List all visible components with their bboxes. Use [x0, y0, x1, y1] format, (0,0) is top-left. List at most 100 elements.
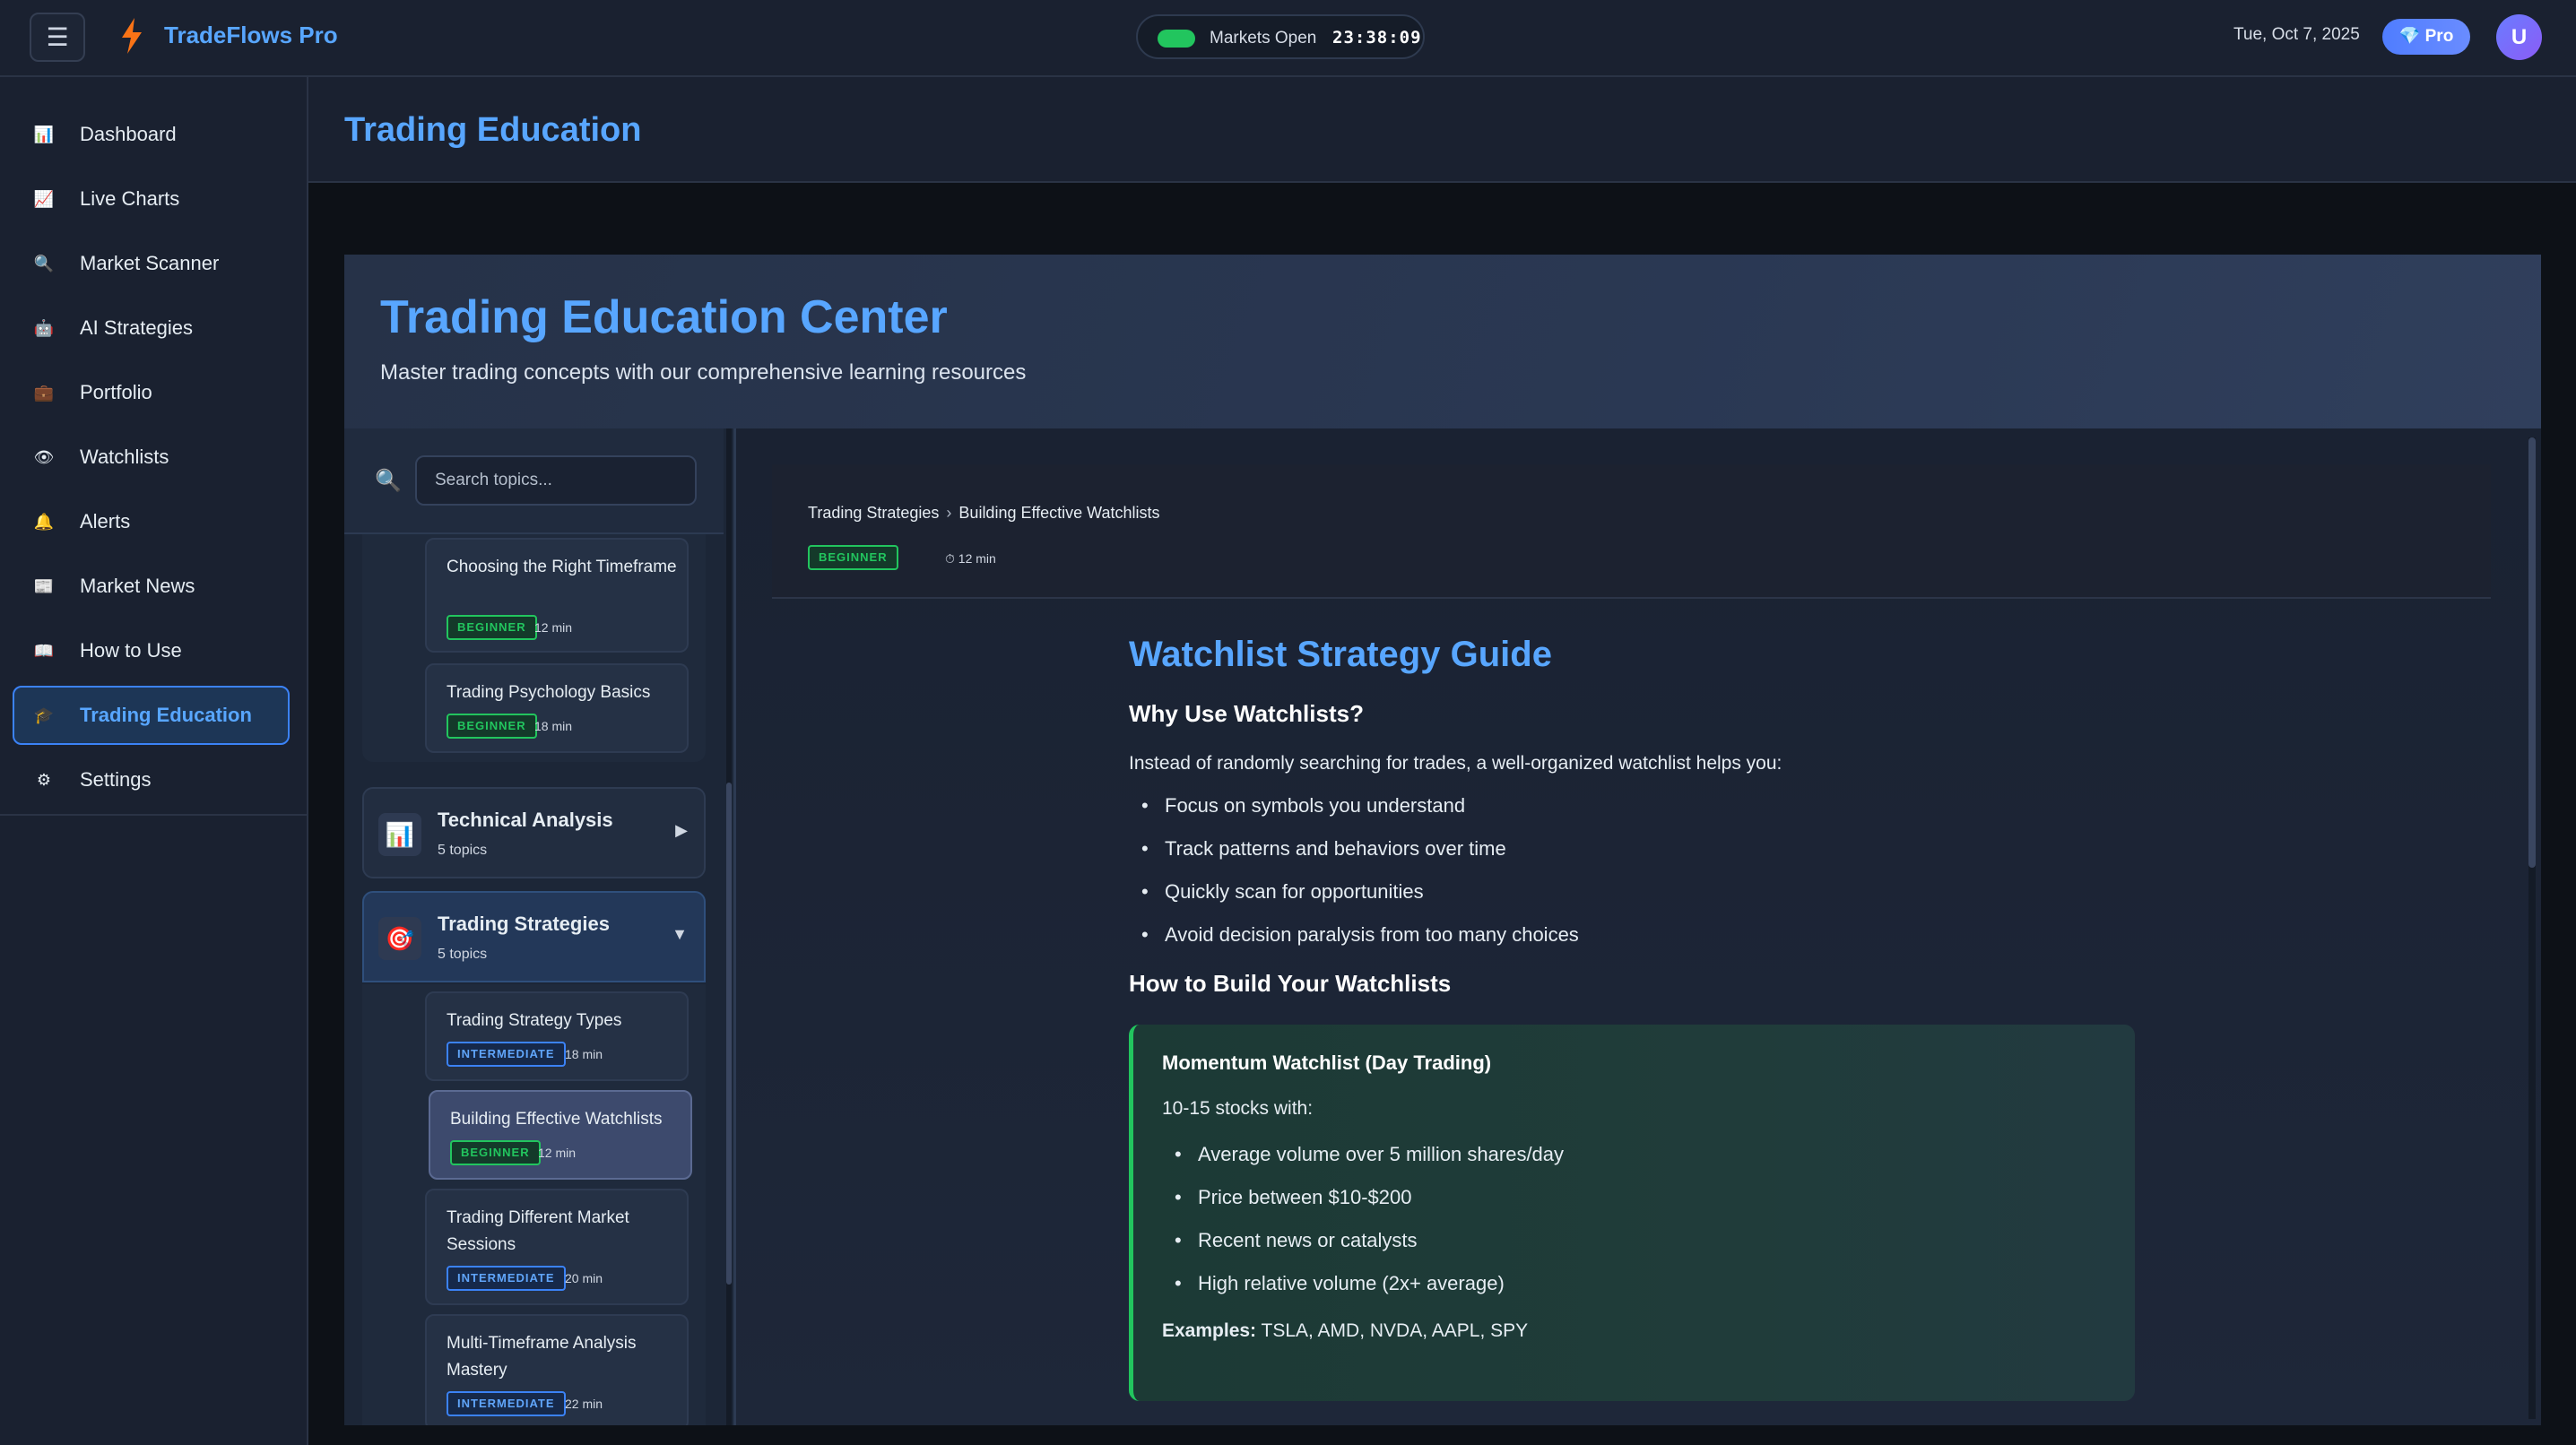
- current-date: Tue, Oct 7, 2025: [2233, 25, 2360, 44]
- topic-duration: 20 min: [565, 1271, 603, 1285]
- article-scrollbar[interactable]: [2528, 437, 2536, 1419]
- sidebar-item-market-scanner[interactable]: 🔍 Market Scanner: [13, 234, 290, 293]
- chevron-right-icon: ▶: [675, 821, 688, 839]
- category-trading-strategies[interactable]: 🎯 Trading Strategies 5 topics ▼: [362, 891, 706, 982]
- newspaper-icon: 📰: [33, 577, 55, 595]
- chevron-down-icon: ▼: [672, 925, 688, 943]
- topic-title: Building Effective Watchlists: [450, 1110, 663, 1129]
- sidebar-item-how-to-use[interactable]: 📖 How to Use: [13, 621, 290, 680]
- topic-card[interactable]: Trading Psychology Basics BEGINNER 18 mi…: [425, 663, 689, 753]
- sidebar-item-alerts[interactable]: 🔔 Alerts: [13, 492, 290, 551]
- book-icon: 📖: [33, 642, 55, 660]
- level-badge: INTERMEDIATE: [447, 1042, 566, 1067]
- category-count: 5 topics: [438, 947, 488, 962]
- topic-title: Trading Strategy Types: [447, 1011, 622, 1030]
- sidebar-item-label: Settings: [80, 768, 152, 791]
- callout-lead: 10-15 stocks with:: [1162, 1098, 1314, 1119]
- topic-duration: 12 min: [534, 620, 573, 635]
- magnifier-icon: 🔍: [33, 255, 55, 273]
- sidebar-item-ai-strategies[interactable]: 🤖 AI Strategies: [13, 299, 290, 358]
- bell-icon: 🔔: [33, 513, 55, 531]
- sidebar-item-label: Watchlists: [80, 446, 169, 468]
- section-heading: Why Use Watchlists?: [1129, 700, 1364, 727]
- pro-plan-badge[interactable]: 💎 Pro: [2382, 19, 2470, 55]
- category-technical-analysis[interactable]: 📊 Technical Analysis 5 topics ▶: [362, 787, 706, 878]
- topic-duration: 12 min: [538, 1146, 577, 1160]
- gear-icon: ⚙: [36, 771, 52, 789]
- article-body: Watchlist Strategy Guide Why Use Watchli…: [1129, 626, 2135, 1401]
- level-badge: BEGINNER: [450, 1140, 541, 1165]
- topic-title: Choosing the Right Timeframe: [447, 558, 677, 576]
- level-badge: BEGINNER: [808, 545, 898, 570]
- app-name[interactable]: TradeFlows Pro: [164, 22, 338, 49]
- topic-card[interactable]: Trading Different Market Sessions INTERM…: [425, 1189, 689, 1305]
- callout-examples: Examples: TSLA, AMD, NVDA, AAPL, SPY: [1162, 1320, 2106, 1342]
- scrollbar-thumb[interactable]: [726, 783, 732, 1285]
- sidebar-item-trading-education[interactable]: 🎓 Trading Education: [13, 686, 290, 745]
- sidebar-item-label: How to Use: [80, 639, 182, 662]
- sidebar-item-label: Portfolio: [80, 381, 152, 403]
- topic-card[interactable]: Multi-Timeframe Analysis Mastery INTERME…: [425, 1314, 689, 1425]
- top-bar: ☰ TradeFlows Pro Markets Open 23:38:09 T…: [0, 0, 2576, 77]
- sidebar-divider: [0, 814, 308, 816]
- topic-title: Trading Psychology Basics: [447, 683, 651, 702]
- topic-card[interactable]: Trading Strategy Types INTERMEDIATE 18 m…: [425, 991, 689, 1081]
- criteria-list: Average volume over 5 million shares/day…: [1162, 1141, 2106, 1313]
- user-avatar[interactable]: U: [2496, 14, 2542, 60]
- level-badge: INTERMEDIATE: [447, 1266, 566, 1291]
- eye-icon: 👁: [33, 448, 55, 466]
- list-item: Avoid decision paralysis from too many c…: [1129, 922, 2133, 965]
- menu-toggle-icon[interactable]: ☰: [30, 13, 85, 62]
- article-panel: Trading Strategies › Building Effective Wa…: [736, 428, 2541, 1425]
- sidebar-item-settings[interactable]: ⚙ Settings: [13, 750, 290, 809]
- topic-title: Trading Different Market Sessions: [447, 1208, 629, 1254]
- level-badge: BEGINNER: [447, 714, 537, 739]
- list-item: Quickly scan for opportunities: [1129, 878, 2133, 922]
- graduation-cap-icon: 🎓: [33, 706, 55, 724]
- article-title: Watchlist Strategy Guide: [1129, 635, 1552, 674]
- education-hero: Trading Education Center Master trading …: [344, 255, 2541, 428]
- level-badge: INTERMEDIATE: [447, 1391, 566, 1416]
- category-count: 5 topics: [438, 843, 488, 858]
- sidebar-item-dashboard[interactable]: 📊 Dashboard: [13, 105, 290, 164]
- page-title: Trading Education: [344, 111, 642, 149]
- topic-search-bar: 🔍: [344, 428, 724, 534]
- section-heading: How to Build Your Watchlists: [1129, 970, 1452, 997]
- search-input[interactable]: [415, 455, 697, 506]
- sidebar-item-label: Market News: [80, 575, 195, 597]
- hero-title: Trading Education Center: [380, 291, 948, 343]
- sidebar-item-label: Dashboard: [80, 123, 177, 145]
- breadcrumb: Trading Strategies › Building Effective Wa…: [808, 504, 1160, 523]
- sidebar-item-watchlists[interactable]: 👁 Watchlists: [13, 428, 290, 487]
- breadcrumb-parent[interactable]: Trading Strategies: [808, 504, 939, 522]
- sidebar-item-live-charts[interactable]: 📈 Live Charts: [13, 169, 290, 229]
- breadcrumb-current: Building Effective Watchlists: [958, 504, 1160, 522]
- hero-subtitle: Master trading concepts with our compreh…: [380, 360, 1027, 385]
- topics-scrollbar[interactable]: [726, 428, 732, 1425]
- list-item: Recent news or catalysts: [1162, 1227, 2106, 1270]
- sidebar-item-portfolio[interactable]: 💼 Portfolio: [13, 363, 290, 422]
- sidebar-item-label: Live Charts: [80, 187, 180, 210]
- bolt-logo-icon: [122, 18, 142, 54]
- category-title: Trading Strategies: [438, 913, 610, 935]
- bar-chart-icon: 📊: [33, 125, 55, 143]
- scrollbar-thumb[interactable]: [2528, 437, 2536, 868]
- list-item: Track patterns and behaviors over time: [1129, 835, 2133, 878]
- topics-panel: Choosing the Right Timeframe BEGINNER 12…: [344, 428, 736, 1425]
- benefits-list: Focus on symbols you understand Track pa…: [1129, 792, 2133, 965]
- sidebar-item-label: AI Strategies: [80, 316, 193, 339]
- target-icon: 🎯: [378, 917, 421, 960]
- market-open-indicator: [1158, 30, 1195, 48]
- topic-duration: 18 min: [565, 1047, 603, 1061]
- category-title: Technical Analysis: [438, 809, 613, 831]
- main-header: Trading Education: [308, 77, 2576, 183]
- list-item: Price between $10-$200: [1162, 1184, 2106, 1227]
- topic-card[interactable]: Choosing the Right Timeframe BEGINNER 12…: [425, 538, 689, 653]
- topic-title: Multi-Timeframe Analysis Mastery: [447, 1334, 637, 1380]
- sidebar-item-market-news[interactable]: 📰 Market News: [13, 557, 290, 616]
- article-paragraph: Instead of randomly searching for trades…: [1129, 753, 1782, 774]
- topic-card-active[interactable]: Building Effective Watchlists BEGINNER 1…: [429, 1090, 692, 1180]
- examples-label: Examples:: [1162, 1320, 1257, 1341]
- sidebar-item-label: Trading Education: [80, 704, 252, 726]
- briefcase-icon: 💼: [33, 384, 55, 402]
